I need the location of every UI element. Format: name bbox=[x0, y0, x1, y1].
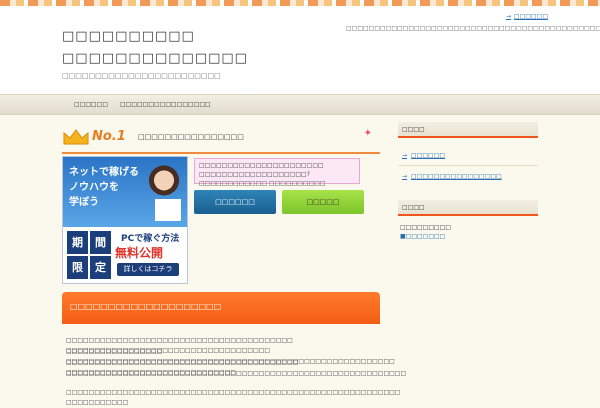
notice-box: □□□□□□□□□□□□□□□□□□□□□□ □□□□□□□□□□□□□□□□□… bbox=[194, 158, 360, 187]
site-title-line2: □□□□□□□□□□□□□□ bbox=[62, 51, 248, 66]
paragraph-line: □□□□□□□□□□□□□□□□□□□□□□□□□□□□□□□□□□□□□□□□… bbox=[66, 370, 407, 377]
sidebar-link-1-label: □□□□□□ bbox=[411, 152, 446, 159]
nav-item-1[interactable]: □□□□□□ bbox=[74, 101, 108, 108]
paragraph-line: □□□□□□□□□□□□□□□□□□□□□□□□□□□□□□□□□□□□□□□□… bbox=[66, 389, 401, 406]
banner-bottom: 期 間 限 定 PCで稼ぐ方法 無料公開 詳しくはコチラ bbox=[63, 227, 187, 283]
sidebar-link-2[interactable]: → □□□□□□□□□□□□□□□□ bbox=[402, 173, 502, 180]
sidebar-widget2-title: □□□□ bbox=[398, 200, 538, 216]
top-link[interactable]: → □□□□□□ bbox=[506, 13, 548, 20]
banner-details-button[interactable]: 詳しくはコチラ bbox=[117, 263, 179, 276]
blue-button[interactable]: □□□□□□ bbox=[194, 190, 276, 214]
banner-free-text: 無料公開 bbox=[115, 246, 164, 260]
header-description: □□□□□□□□□□□□□□□□□□□□□□□□□□□□□□□□□□□□□□□□… bbox=[346, 25, 600, 32]
site-title[interactable]: □□□□□□□□□□ □□□□□□□□□□□□□□ bbox=[62, 26, 282, 70]
sidebar-link-2-label: □□□□□□□□□□□□□□□□ bbox=[411, 173, 502, 180]
box-char-2: 間 bbox=[90, 231, 111, 254]
ranking-label: □□□□□□□□□□□□□□□□ bbox=[138, 133, 244, 141]
site-subtitle: □□□□□□□□□□□□□□□□□□□□□□□□ bbox=[62, 72, 221, 80]
green-button[interactable]: □□□□□ bbox=[282, 190, 364, 214]
ranking-badge-row: No.1 □□□□□□□□□□□□□□□□ ✦ bbox=[62, 124, 380, 154]
section-heading: □□□□□□□□□□□□□□□□□□□□ bbox=[62, 292, 380, 324]
banner-line3: 学ぼう bbox=[69, 197, 99, 208]
top-link-label: □□□□□□ bbox=[514, 13, 549, 20]
arrow-right-icon: → bbox=[506, 13, 512, 20]
nav-item-2[interactable]: □□□□□□□□□□□□□□□□ bbox=[120, 101, 211, 108]
site-title-line1: □□□□□□□□□□ bbox=[62, 29, 195, 44]
sidebar-widget1-title: □□□□ bbox=[398, 122, 538, 138]
sidebar-link-1[interactable]: → □□□□□□ bbox=[402, 152, 445, 159]
sidebar-divider bbox=[398, 165, 538, 166]
sidebar-widget2-text2[interactable]: ■□□□□□□□ bbox=[400, 233, 445, 240]
box-char-1: 期 bbox=[67, 231, 88, 254]
banner-person-image bbox=[145, 163, 183, 221]
rank-number: No.1 bbox=[92, 129, 126, 144]
banner-pc-text: PCで稼ぐ方法 bbox=[121, 234, 180, 244]
box-char-4: 定 bbox=[90, 256, 111, 279]
limited-time-box: 期 間 限 定 bbox=[67, 231, 111, 279]
arrow-right-icon: → bbox=[402, 152, 408, 159]
arrow-right-icon: → bbox=[402, 173, 408, 180]
banner-top: ネットで稼げる ノウハウを 学ぼう bbox=[63, 157, 187, 227]
sidebar-widget2-text1: □□□□□□□□□ bbox=[400, 224, 452, 231]
crown-icon bbox=[63, 129, 89, 145]
banner-line2: ノウハウを bbox=[69, 182, 119, 193]
main-nav: □□□□□□ □□□□□□□□□□□□□□□□ bbox=[0, 94, 600, 115]
sparkle-icon: ✦ bbox=[363, 128, 372, 139]
banner-line1: ネットで稼げる bbox=[69, 167, 139, 178]
box-char-3: 限 bbox=[67, 256, 88, 279]
site-header: □□□□□□□□□□ □□□□□□□□□□□□□□ □□□□□□□□□□□□□□… bbox=[0, 6, 600, 95]
promo-banner[interactable]: ネットで稼げる ノウハウを 学ぼう 期 間 限 定 PCで稼ぐ方法 無料公開 詳… bbox=[62, 156, 188, 284]
